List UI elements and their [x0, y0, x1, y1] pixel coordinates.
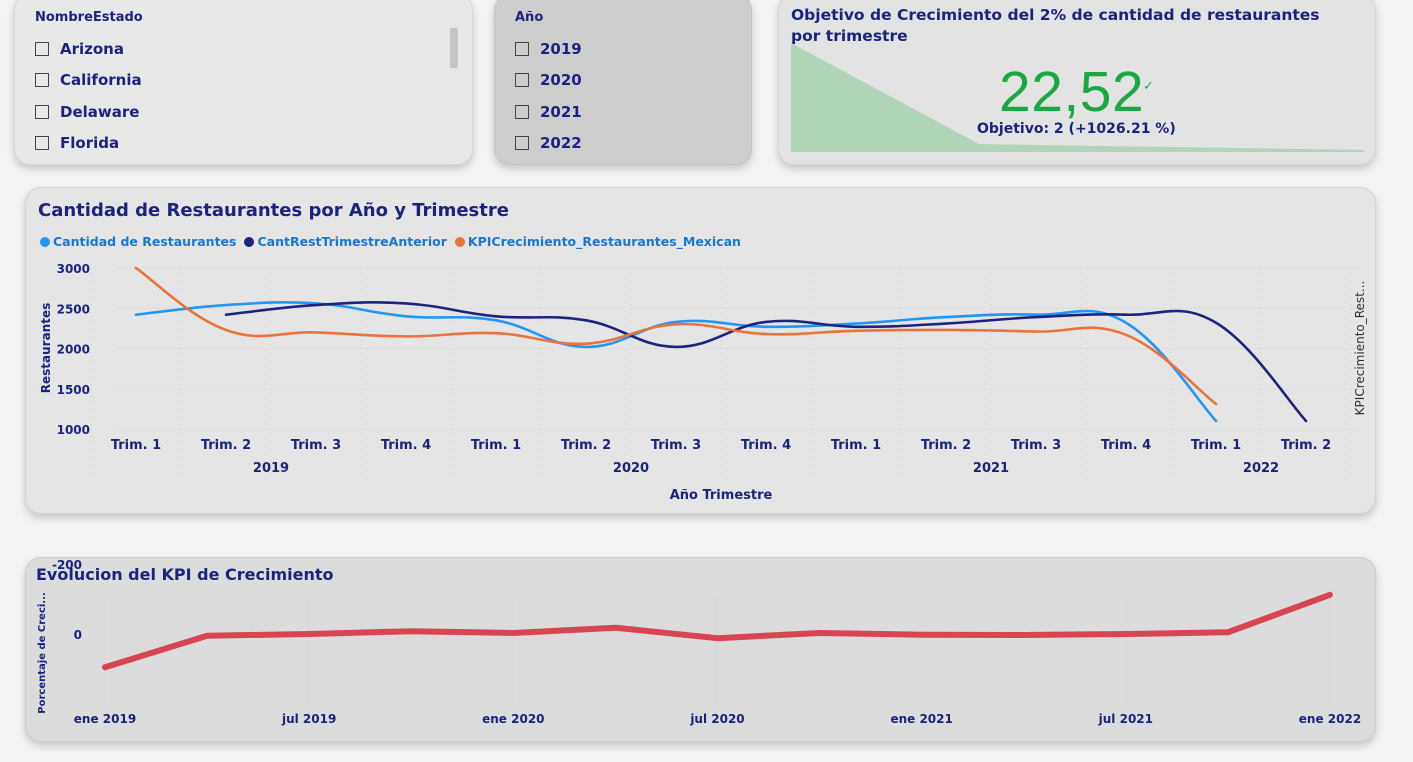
restaurants-chart-card: Cantidad de Restaurantes por Año y Trime…: [25, 187, 1376, 514]
anio-slicer: Año 2019 2020 2021 2022: [494, 0, 752, 165]
estado-item-label: Delaware: [60, 102, 140, 121]
anio-item-label: 2020: [540, 71, 582, 90]
anio-item-label: 2022: [540, 134, 582, 153]
checkbox[interactable]: [515, 136, 529, 151]
kpi-series-line: [102, 591, 1333, 671]
checkbox[interactable]: [35, 104, 49, 119]
y-tick-label: 1500: [57, 383, 90, 397]
x-tick-label: jul 2021: [1098, 712, 1153, 726]
estado-item-delaware[interactable]: Delaware: [35, 96, 142, 128]
x-tick-label: Trim. 3: [1011, 438, 1061, 453]
restaurants-line-chart[interactable]: 3000 2500 2000 1500 1000 Restaurantes KPICreci…: [26, 188, 1377, 515]
estado-item-label: Arizona: [60, 39, 124, 58]
anio-item-label: 2019: [540, 39, 582, 58]
checkbox[interactable]: [515, 73, 529, 88]
y-tick-label: 2500: [57, 302, 90, 316]
x-tick-label: Trim. 2: [561, 438, 611, 453]
x-tick-label: Trim. 2: [921, 438, 971, 453]
kpi-target: Objetivo: 2 (+1026.21 %): [977, 121, 1176, 137]
y-tick-label: 2000: [57, 343, 90, 357]
x-tick-label: ene 2022: [1299, 712, 1361, 726]
checkbox[interactable]: [35, 73, 49, 88]
anio-item-label: 2021: [540, 102, 582, 121]
year-label: 2019: [253, 461, 289, 476]
y-axis-label: Porcentaje de Creci...: [37, 592, 48, 713]
series-line-2: [134, 266, 1218, 406]
y-tick-label: -200: [52, 558, 82, 572]
estado-item-label: California: [60, 71, 142, 90]
x-tick-label: Trim. 1: [111, 438, 161, 453]
anio-item-2021[interactable]: 2021: [515, 96, 582, 128]
x-axis-label: Año Trimestre: [670, 488, 773, 503]
estado-item-california[interactable]: California: [35, 65, 142, 97]
estado-item-arizona[interactable]: Arizona: [35, 33, 142, 65]
checkbox[interactable]: [515, 104, 529, 119]
x-tick-label: ene 2019: [74, 712, 136, 726]
checkbox[interactable]: [515, 41, 529, 56]
x-tick-label: Trim. 1: [831, 438, 881, 453]
x-tick-label: Trim. 1: [1191, 438, 1241, 453]
check-icon: ✓: [1143, 79, 1154, 94]
x-tick-label: ene 2020: [482, 712, 544, 726]
anio-item-2019[interactable]: 2019: [515, 33, 582, 65]
x-tick-label: jul 2020: [689, 712, 744, 726]
estado-slicer-scrollbar[interactable]: [450, 28, 458, 68]
kpi-value: 22,52: [999, 60, 1145, 124]
year-label: 2022: [1243, 461, 1279, 476]
y-tick-label: 1000: [57, 423, 90, 437]
y-tick-label: 0: [74, 628, 82, 642]
kpi-card: Objetivo de Crecimiento del 2% de cantid…: [778, 0, 1376, 165]
year-label: 2021: [973, 461, 1009, 476]
estado-slicer: NombreEstado Arizona California Delaware Fl…: [14, 0, 473, 165]
series-line-1: [224, 301, 1308, 423]
x-tick-label: ene 2021: [890, 712, 952, 726]
estado-item-florida[interactable]: Florida: [35, 128, 142, 160]
kpi-evolution-card: Evolucion del KPI de Crecimiento 0 -200 en…: [25, 557, 1376, 742]
x-tick-label: Trim. 3: [291, 438, 341, 453]
anio-slicer-title: Año: [515, 10, 544, 25]
x-tick-label: Trim. 4: [1101, 438, 1151, 453]
x-tick-label: Trim. 4: [381, 438, 431, 453]
x-tick-label: jul 2019: [281, 712, 336, 726]
anio-item-2020[interactable]: 2020: [515, 65, 582, 97]
checkbox[interactable]: [35, 136, 49, 151]
x-tick-label: Trim. 3: [651, 438, 701, 453]
kpi-evolution-line-chart[interactable]: 0 -200 ene 2019 jul 2019 ene 2020 jul 2020 ene…: [26, 558, 1377, 743]
x-tick-label: Trim. 2: [201, 438, 251, 453]
estado-item-label: Florida: [60, 134, 120, 153]
x-tick-label: Trim. 4: [741, 438, 791, 453]
y-axis-label: Restaurantes: [39, 303, 53, 393]
anio-item-2022[interactable]: 2022: [515, 128, 582, 160]
estado-slicer-title: NombreEstado: [35, 10, 143, 25]
checkbox[interactable]: [35, 41, 49, 56]
series-line-0: [134, 301, 1218, 423]
y2-axis-label: KPICrecimiento_Rest...: [1353, 281, 1367, 416]
x-tick-label: Trim. 2: [1281, 438, 1331, 453]
x-tick-label: Trim. 1: [471, 438, 521, 453]
y-tick-label: 3000: [57, 262, 90, 276]
year-label: 2020: [613, 461, 649, 476]
